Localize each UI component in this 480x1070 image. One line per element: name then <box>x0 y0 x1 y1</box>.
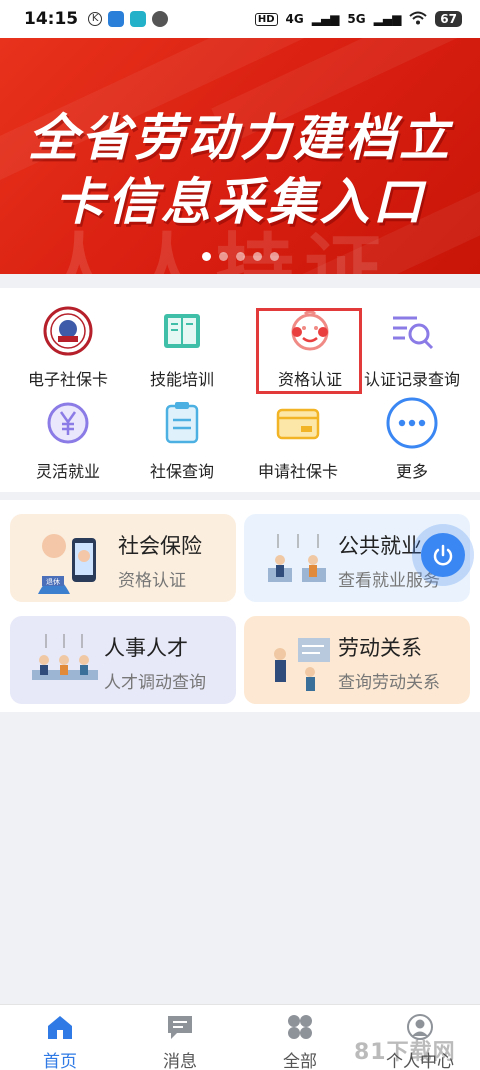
battery-indicator: 67 <box>435 11 462 27</box>
svg-text:退休: 退休 <box>46 577 60 586</box>
menu-label: 申请社保卡 <box>257 462 338 481</box>
banner-title-line1: 全省劳动力建档立 <box>28 109 452 167</box>
app-notification-icon-3 <box>152 11 169 27</box>
signal-5g: 5G <box>347 12 366 26</box>
status-time: 14:15 <box>24 9 79 29</box>
elderly-phone-illustration: 退休 <box>24 524 110 596</box>
card-hr-talent[interactable]: 人事人才 人才调动查询 <box>10 616 236 704</box>
signal-bars-icon: ▂▄▆ <box>311 12 340 26</box>
menu-label: 社保查询 <box>149 462 214 481</box>
carousel-dots[interactable] <box>0 252 480 261</box>
menu-item-social-security-card[interactable]: 电子社保卡 <box>8 304 128 390</box>
menu-item-social-security-query[interactable]: 社保查询 <box>122 396 242 482</box>
promo-banner[interactable]: 人人持证 全省劳动力建档立 卡信息采集入口 <box>0 38 480 274</box>
yen-icon <box>41 396 95 450</box>
more-icon <box>385 396 439 450</box>
carousel-dot[interactable] <box>218 252 228 261</box>
list-search-icon <box>385 304 439 358</box>
wifi-icon <box>409 11 427 28</box>
home-icon <box>48 1016 72 1039</box>
app-notification-icon <box>108 11 125 27</box>
tab-messages[interactable]: 消息 <box>120 1005 240 1070</box>
hd-icon: HD <box>254 12 278 26</box>
menu-label: 电子社保卡 <box>27 370 108 389</box>
presentation-illustration <box>258 626 344 698</box>
service-cards: 退休 社会保险 资格认证 公共就业 查看就业服务 人事人才 人才调动查询 劳动关… <box>0 500 480 712</box>
highlight-box <box>256 308 362 394</box>
tab-all[interactable]: 全部 <box>240 1005 360 1070</box>
tab-label: 首页 <box>43 1052 77 1070</box>
tab-label: 消息 <box>163 1052 197 1070</box>
card-labor-relations[interactable]: 劳动关系 查询劳动关系 <box>244 616 470 704</box>
card-subtitle: 人才调动查询 <box>104 673 206 693</box>
k-app-icon: K <box>88 12 103 26</box>
status-bar: 14:15 K HD 4G ▂▄▆ 5G ▂▄▆ 67 <box>0 0 480 38</box>
carousel-dot[interactable] <box>201 252 211 261</box>
menu-label: 认证记录查询 <box>363 370 460 389</box>
card-subtitle: 查询劳动关系 <box>338 673 440 693</box>
menu-label: 更多 <box>395 462 428 481</box>
floating-power-button[interactable] <box>412 524 474 586</box>
tab-home[interactable]: 首页 <box>0 1005 120 1070</box>
clipboard-icon <box>155 396 209 450</box>
card-title: 社会保险 <box>118 534 202 558</box>
card-icon <box>271 396 325 450</box>
menu-item-flexible-employment[interactable]: 灵活就业 <box>8 396 128 482</box>
grid-icon <box>288 1015 312 1039</box>
menu-item-auth-records[interactable]: 认证记录查询 <box>352 304 472 390</box>
carousel-dot[interactable] <box>252 252 262 261</box>
card-title: 人事人才 <box>104 636 188 660</box>
power-icon <box>433 544 453 566</box>
app-notification-icon-2 <box>130 11 147 27</box>
carousel-dot[interactable] <box>269 252 279 261</box>
menu-item-skills-training[interactable]: 技能培训 <box>122 304 242 390</box>
card-title: 公共就业 <box>338 534 422 558</box>
book-icon <box>155 304 209 358</box>
tab-label: 全部 <box>283 1052 317 1070</box>
social-security-card-icon <box>41 304 95 358</box>
menu-label: 技能培训 <box>149 370 214 389</box>
signal-4g: 4G <box>285 12 304 26</box>
meeting-illustration <box>24 626 110 698</box>
carousel-dot[interactable] <box>235 252 245 261</box>
card-title: 劳动关系 <box>338 636 422 660</box>
site-watermark: 81下载网 <box>354 1040 456 1065</box>
menu-item-apply-card[interactable]: 申请社保卡 <box>238 396 358 482</box>
message-icon <box>168 1016 192 1039</box>
card-subtitle: 资格认证 <box>118 571 186 591</box>
banner-title-line2: 卡信息采集入口 <box>54 173 426 231</box>
card-social-insurance[interactable]: 退休 社会保险 资格认证 <box>10 514 236 602</box>
office-illustration <box>258 524 344 596</box>
menu-label: 灵活就业 <box>35 462 100 481</box>
service-menu: 电子社保卡 技能培训 资格认证 认证记录查询 灵活就业 社保查询 申请社保卡 更… <box>0 288 480 492</box>
menu-item-more[interactable]: 更多 <box>352 396 472 482</box>
signal-bars-icon-2: ▂▄▆ <box>373 12 402 26</box>
